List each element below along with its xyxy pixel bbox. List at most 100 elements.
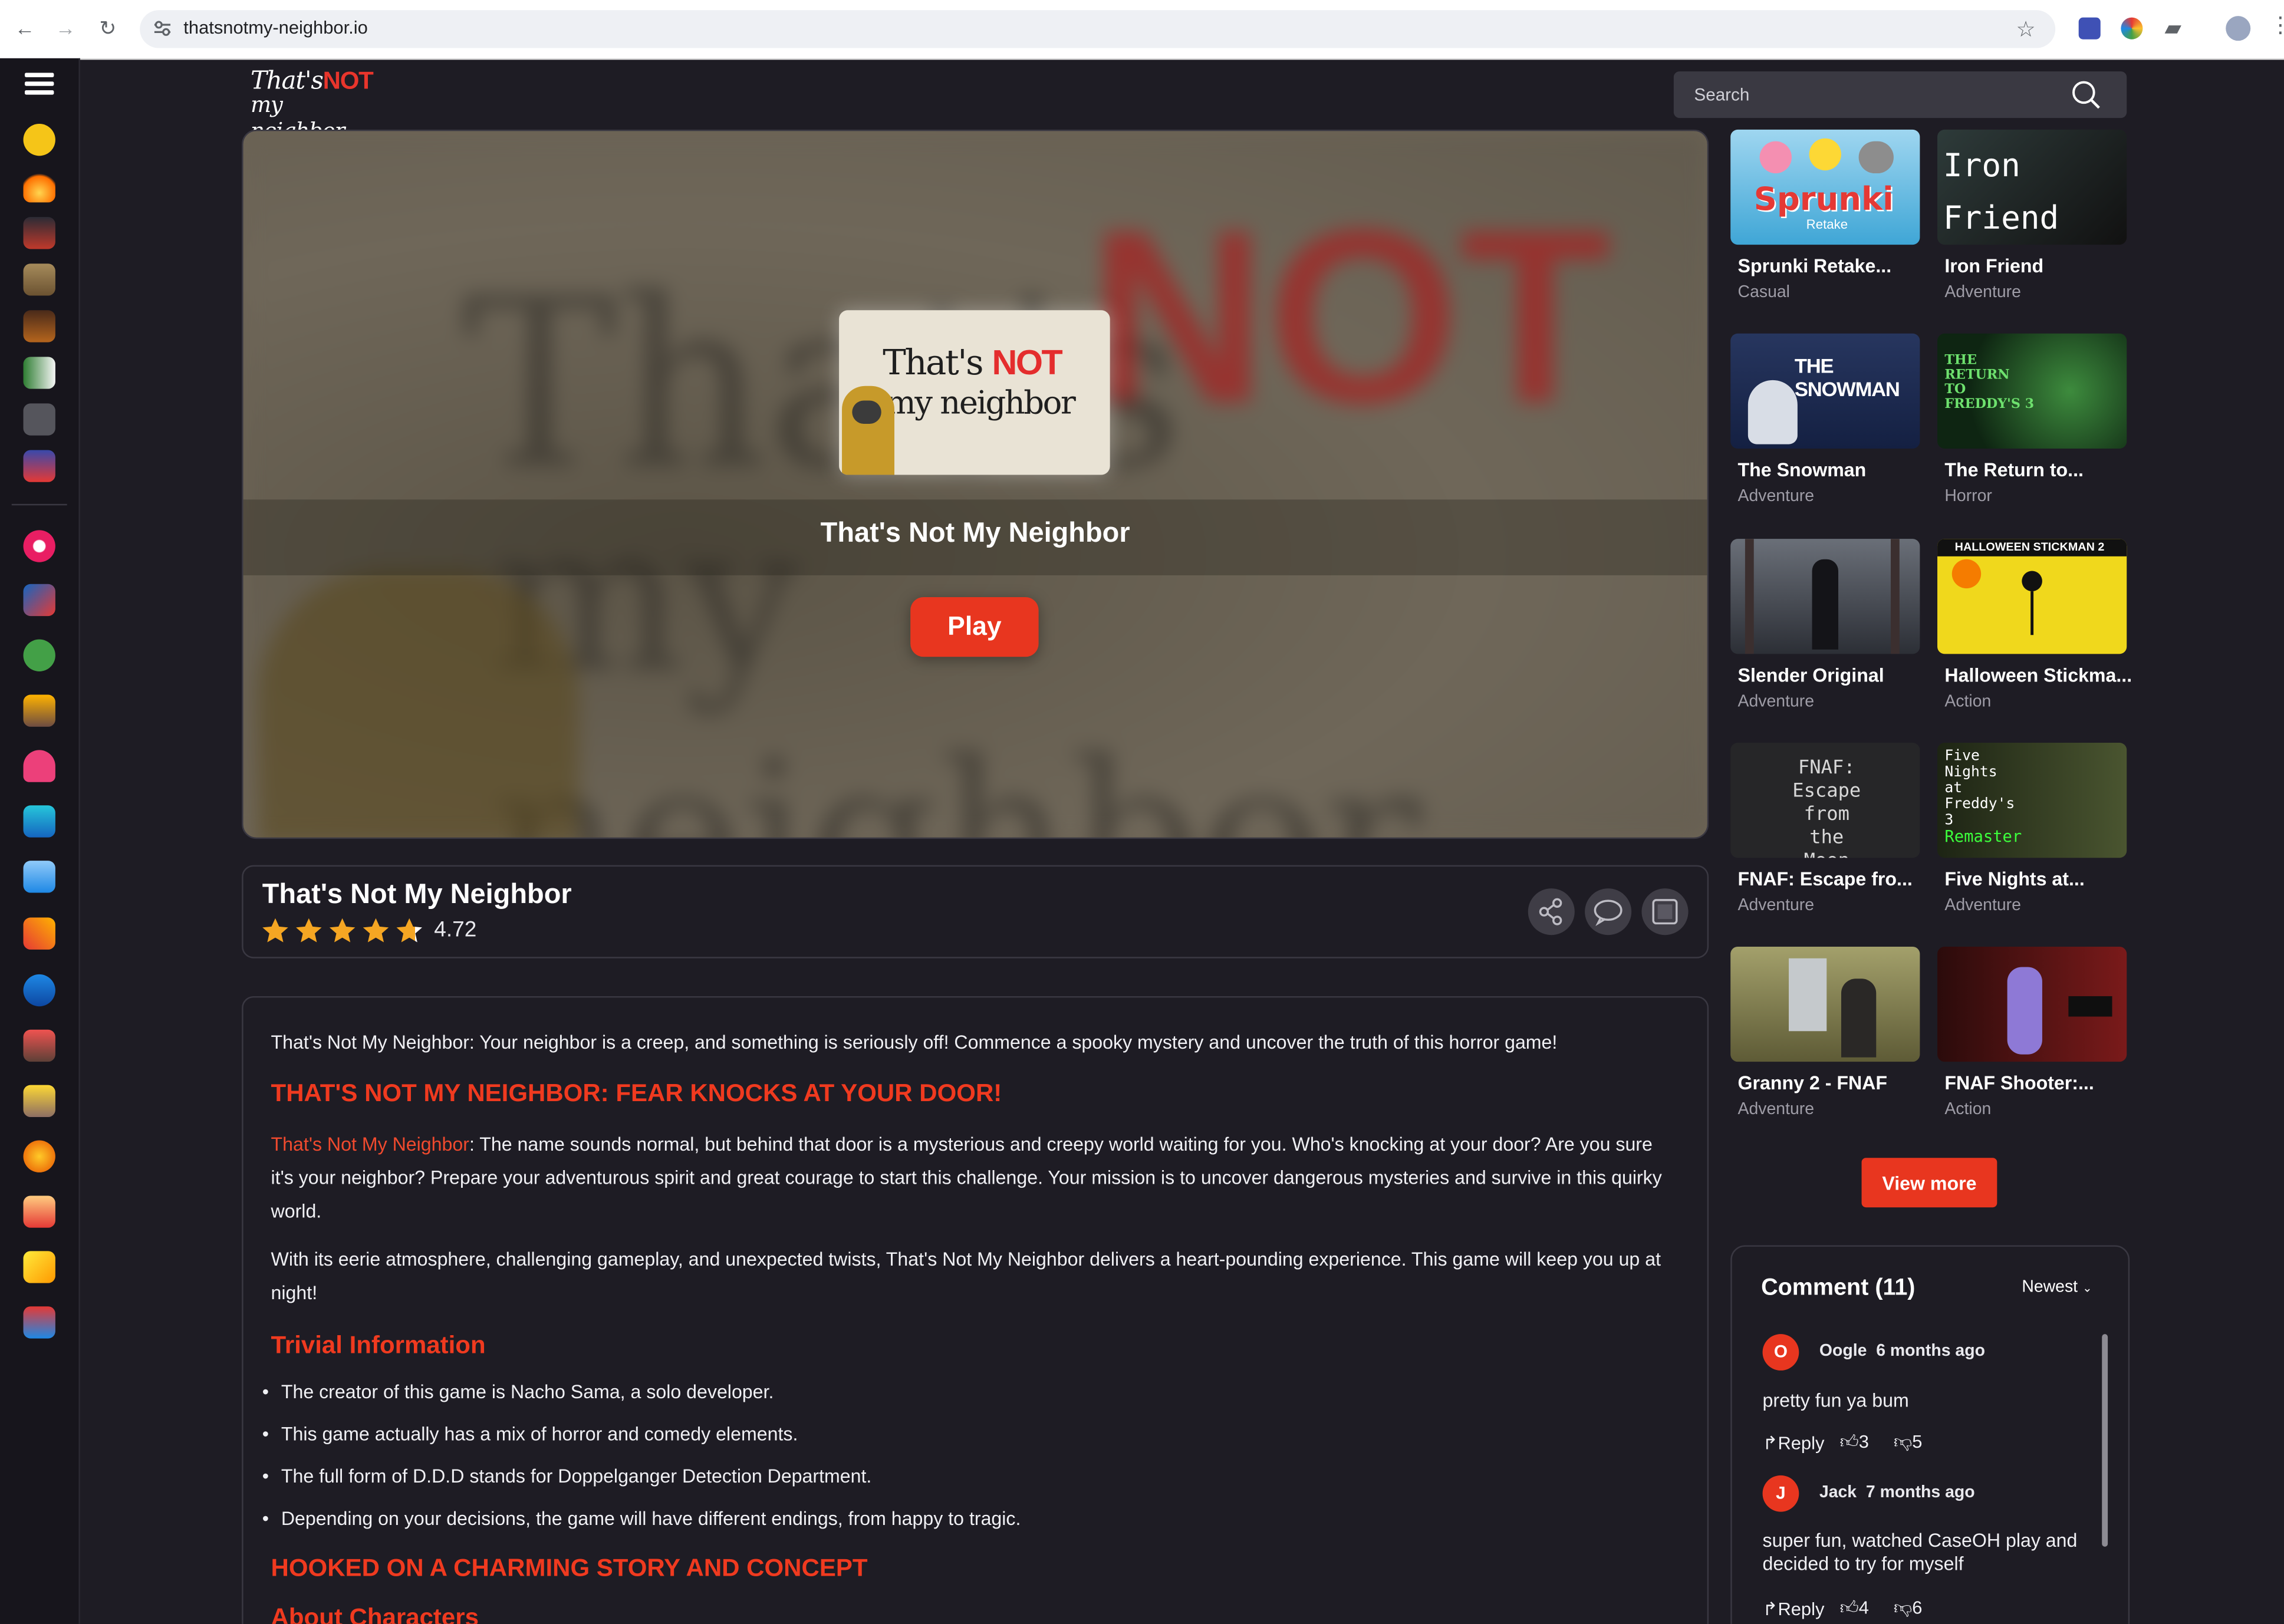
game-category: Action (1944, 693, 1992, 711)
game-info-bar: That's Not My Neighbor 4.72 (242, 865, 1709, 958)
horror-icon[interactable] (23, 530, 55, 562)
rocket-icon[interactable] (23, 1251, 55, 1283)
game-card[interactable]: Iron Friend Iron Friend Adventure (1937, 129, 2128, 310)
paragraph-1: That's Not My Neighbor: The name sounds … (271, 1133, 1662, 1222)
kebab-menu-icon[interactable]: ⋮ (2269, 12, 2284, 38)
game-card[interactable]: FNAF: Escape from the Moon FNAF: Escape … (1730, 743, 1921, 923)
thumbs-up-icon: 👍︎ (1839, 1597, 1859, 1618)
game-6-icon[interactable] (23, 450, 55, 482)
monster-icon[interactable] (23, 750, 55, 782)
game-card[interactable]: Slender Original Adventure (1730, 539, 1921, 719)
thumbnail-title-line1: That's NOT (883, 342, 1063, 383)
star-icon[interactable] (261, 916, 289, 945)
sports-icon[interactable] (23, 1306, 55, 1339)
share-icon (1539, 898, 1562, 925)
chrome-extension-icon[interactable] (2121, 17, 2143, 39)
dislike-button[interactable]: 👎︎5 (1894, 1432, 1923, 1454)
comment-button[interactable] (1585, 888, 1632, 935)
sign-icon[interactable] (23, 1085, 55, 1118)
game-name: Halloween Stickma... (1944, 664, 2132, 686)
plane-icon[interactable] (23, 974, 55, 1007)
game-card[interactable]: THE SNOWMAN The Snowman Adventure (1730, 333, 1921, 514)
computer-icon[interactable] (23, 861, 55, 893)
fire-icon[interactable] (23, 170, 55, 203)
star-icon[interactable] (395, 916, 424, 945)
house-icon[interactable] (23, 694, 55, 727)
like-button[interactable]: 👍︎3 (1839, 1432, 1868, 1454)
avatar: J (1762, 1475, 1799, 1512)
trivia-item: This game actually has a mix of horror a… (262, 1423, 798, 1445)
address-bar[interactable]: thatsnotmy-neighbor.io ☆ (140, 10, 2056, 48)
dislike-button[interactable]: 👎︎6 (1894, 1597, 1923, 1619)
search-input[interactable] (1691, 83, 2062, 107)
screen: ← → ↻ thatsnotmy-neighbor.io ☆ ▰ ⋮ (0, 0, 2284, 1624)
star-icon[interactable] (361, 916, 390, 945)
game-card[interactable]: HALLOWEEN STICKMAN 2 Halloween Stickma..… (1937, 539, 2132, 719)
game-card[interactable]: Five Nights at Freddy's 3 Remaster Five … (1937, 743, 2128, 923)
comments-title: Comment (11) (1761, 1276, 1916, 1301)
like-button[interactable]: 👍︎4 (1839, 1597, 1868, 1619)
forward-icon[interactable]: → (52, 15, 78, 41)
star-rating[interactable] (261, 916, 428, 945)
game-name: The Snowman (1737, 459, 1867, 481)
game-card[interactable]: Sprunki Retake Sprunki Retake... Casual (1730, 129, 1921, 310)
back-icon[interactable]: ← (12, 15, 38, 41)
star-icon[interactable] (294, 916, 323, 945)
game-card[interactable]: FNAF Shooter:... Action (1937, 946, 2128, 1127)
game-thumbnail: FNAF: Escape from the Moon (1730, 743, 1920, 858)
share-button[interactable] (1528, 888, 1575, 935)
site-settings-icon[interactable] (153, 19, 172, 38)
game-5-icon[interactable] (23, 403, 55, 436)
category-rail (0, 58, 80, 1624)
reply-button[interactable]: ↱Reply (1763, 1432, 1825, 1454)
game-category: Adventure (1737, 897, 1815, 915)
site-logo[interactable]: That'sNOT my neighbor (251, 67, 381, 144)
bookmark-star-icon[interactable]: ☆ (2016, 16, 2035, 42)
game-3-icon[interactable] (23, 310, 55, 342)
game-2-icon[interactable] (23, 263, 55, 296)
game-name: Iron Friend (1944, 255, 2044, 277)
new-badge-icon[interactable] (23, 124, 55, 156)
thumbs-up-icon: 👍︎ (1839, 1431, 1859, 1452)
game-card[interactable]: Granny 2 - FNAF Adventure (1730, 946, 1921, 1127)
game-thumbnail: Sprunki Retake (1730, 129, 1920, 245)
url-text[interactable]: thatsnotmy-neighbor.io (183, 18, 367, 38)
action-icon[interactable] (23, 584, 55, 617)
zombie-icon[interactable] (23, 639, 55, 671)
avatar: O (1762, 1334, 1799, 1371)
profile-avatar[interactable] (2226, 16, 2251, 41)
game-link[interactable]: That's Not My Neighbor (271, 1133, 469, 1155)
fullscreen-button[interactable] (1641, 888, 1689, 935)
play-button[interactable]: Play (910, 597, 1039, 657)
crossed-swords-icon[interactable] (23, 917, 55, 950)
fullscreen-icon (1652, 899, 1678, 925)
heading-trivial-information: Trivial Information (271, 1331, 486, 1359)
game-1-icon[interactable] (23, 217, 55, 249)
racing-icon[interactable] (23, 1140, 55, 1172)
arcade-icon[interactable] (23, 805, 55, 838)
character-face (852, 400, 881, 424)
game-category: Adventure (1737, 487, 1815, 506)
game-thumbnail: HALLOWEEN STICKMAN 2 (1937, 539, 2127, 654)
comments-scrollbar[interactable] (2102, 1334, 2108, 1547)
extension-icon[interactable] (2078, 17, 2101, 39)
hero-blurred-background: That's NOT my neighbor (243, 131, 1707, 838)
sort-dropdown[interactable]: Newest ⌄ (2022, 1279, 2092, 1296)
reply-button[interactable]: ↱Reply (1763, 1597, 1825, 1620)
robot-icon[interactable] (23, 1029, 55, 1062)
hamburger-menu-icon[interactable] (25, 73, 54, 97)
game-card[interactable]: THE RETURN TO FREDDY'S 3 The Return to..… (1937, 333, 2128, 514)
game-category: Adventure (1944, 897, 2021, 915)
star-icon[interactable] (328, 916, 357, 945)
game-category: Casual (1737, 284, 1791, 302)
multiplayer-icon[interactable] (23, 1195, 55, 1228)
game-description: That's Not My Neighbor: Your neighbor is… (242, 996, 1709, 1624)
reload-icon[interactable]: ↻ (95, 15, 121, 41)
view-more-button[interactable]: View more (1861, 1158, 1997, 1208)
trivia-item: The creator of this game is Nacho Sama, … (262, 1381, 774, 1402)
puzzle-icon[interactable]: ▰ (2164, 15, 2181, 41)
game-name: Granny 2 - FNAF (1737, 1072, 1887, 1094)
game-4-icon[interactable] (23, 357, 55, 389)
search-icon[interactable] (2071, 80, 2100, 109)
game-name: Sprunki Retake... (1737, 255, 1892, 277)
